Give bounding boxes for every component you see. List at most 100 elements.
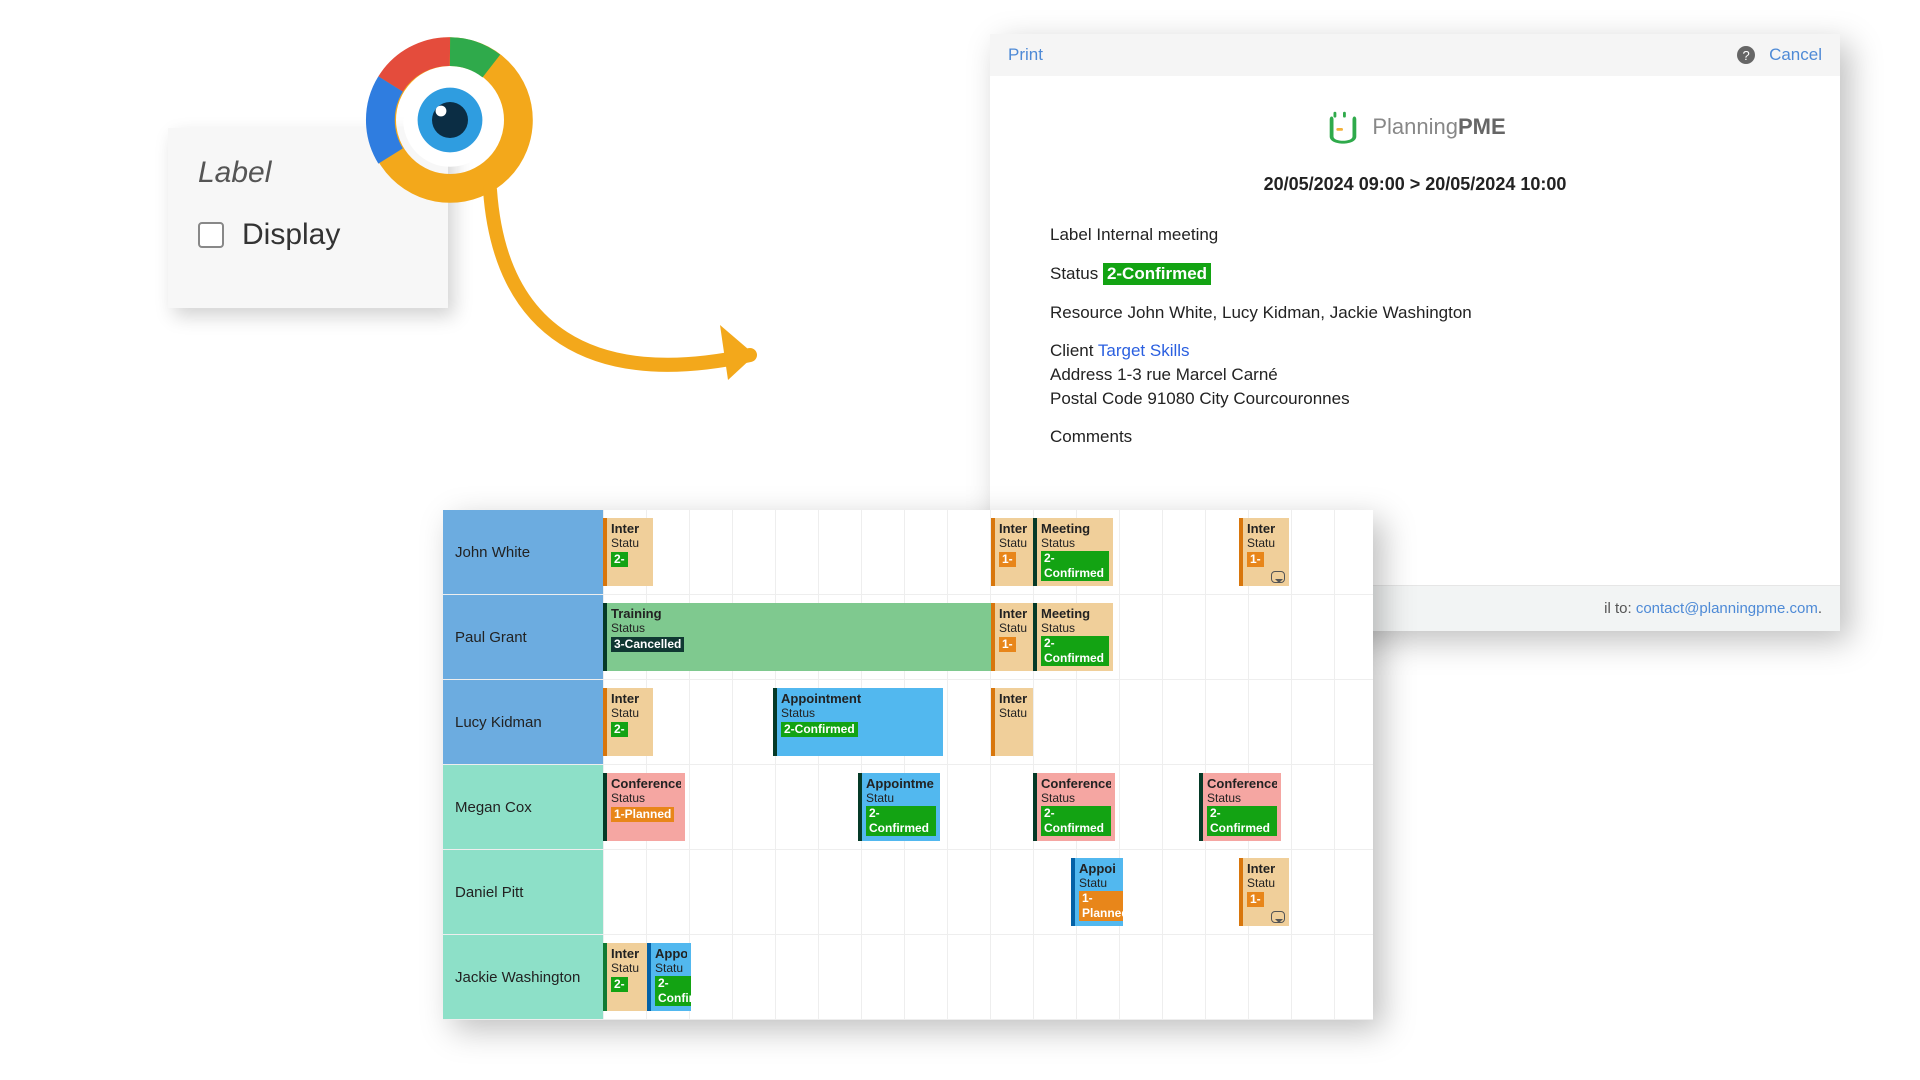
planning-grid: John WhiteInterStatu 2-InterStatu 1-Meet… — [443, 510, 1373, 1020]
resource-lane: InterStatu 2- AppointmentStatus 2-Confirm… — [603, 680, 1373, 764]
event-status-row: Status — [781, 706, 939, 721]
resource-row: Daniel PittAppoiStatu 1-PlannedInterStat… — [443, 850, 1373, 935]
planningpme-logo-icon — [1324, 108, 1362, 146]
event-status-row: Statu — [999, 536, 1029, 551]
print-body: PlanningPME 20/05/2024 09:00 > 20/05/202… — [990, 76, 1840, 585]
status-badge: 2- — [611, 552, 628, 567]
resource-lane: AppoiStatu 1-PlannedInterStatu 1- — [603, 850, 1373, 934]
status-badge: 1- — [1247, 892, 1264, 907]
event-block[interactable]: AppoiStatu 1-Planned — [1071, 858, 1123, 926]
event-block[interactable]: Conference callStatus 2-Confirmed — [1033, 773, 1115, 841]
event-title: Conference call — [1041, 776, 1111, 791]
event-block[interactable]: InterStatu 1- — [1239, 858, 1289, 926]
field-comments: Comments — [1050, 427, 1780, 447]
event-title: Inter — [999, 691, 1029, 706]
field-status: Status 2-Confirmed — [1050, 263, 1780, 285]
brand-name: PlanningPME — [1372, 114, 1505, 140]
event-status-row: Status — [1041, 536, 1109, 551]
event-status-row: Status — [1041, 621, 1109, 636]
resource-lane: Conference callStatus 1-PlannedAppointme… — [603, 765, 1373, 849]
status-badge: 2-Confirmed — [1041, 636, 1109, 666]
status-badge: 2-Confirmed — [1041, 551, 1109, 581]
date-range: 20/05/2024 09:00 > 20/05/2024 10:00 — [1050, 174, 1780, 195]
status-badge: 1-Planned — [1079, 891, 1123, 921]
resource-lane: InterStatu 2-AppoiStatu 2-Confirmed — [603, 935, 1373, 1019]
resource-name: Megan Cox — [443, 765, 603, 849]
event-status-row: Status — [1207, 791, 1277, 806]
event-status-row: Statu — [611, 536, 649, 551]
event-status-row: Statu — [999, 621, 1029, 636]
event-title: Conference call — [611, 776, 681, 791]
event-title: Appointme — [866, 776, 936, 791]
event-status-row: Status — [611, 791, 681, 806]
event-block[interactable]: Conference callStatus 1-Planned — [603, 773, 685, 841]
event-title: Training — [611, 606, 987, 621]
event-block[interactable]: InterStatu 1- — [991, 603, 1033, 671]
resource-row: Paul GrantTrainingStatus 3-CancelledInte… — [443, 595, 1373, 680]
event-block[interactable]: AppointmentStatus 2-Confirmed — [773, 688, 943, 756]
field-client: Client Target Skills — [1050, 341, 1780, 361]
resource-name: Jackie Washington — [443, 935, 603, 1019]
comment-icon — [1271, 571, 1285, 583]
status-badge: 2-Confirmed — [655, 976, 691, 1006]
resource-name: Lucy Kidman — [443, 680, 603, 764]
event-status-row: Statu — [611, 961, 643, 976]
client-link[interactable]: Target Skills — [1098, 341, 1190, 360]
event-title: Appoi — [1079, 861, 1119, 876]
status-badge: 2-Confirmed — [1207, 806, 1277, 836]
resource-name: Daniel Pitt — [443, 850, 603, 934]
print-button[interactable]: Print — [1008, 45, 1043, 65]
event-block[interactable]: AppoiStatu 2-Confirmed — [647, 943, 691, 1011]
display-checkbox[interactable] — [198, 222, 224, 248]
status-badge: 2- — [611, 977, 628, 992]
event-block[interactable]: InterStatu — [991, 688, 1033, 756]
event-status-row: Status — [611, 621, 987, 636]
resource-row: Lucy KidmanInterStatu 2-AppointmentStatu… — [443, 680, 1373, 765]
event-block[interactable]: TrainingStatus 3-Cancelled — [603, 603, 991, 671]
event-block[interactable]: InterStatu 1- — [991, 518, 1033, 586]
cancel-button[interactable]: Cancel — [1769, 45, 1822, 65]
event-title: Meeting — [1041, 521, 1109, 536]
event-block[interactable]: InterStatu 1- — [1239, 518, 1289, 586]
event-title: Meeting — [1041, 606, 1109, 621]
contact-email-link[interactable]: contact@planningpme.com — [1636, 600, 1818, 617]
status-badge: 2-Confirmed — [866, 806, 936, 836]
event-title: Appoi — [655, 946, 687, 961]
event-block[interactable]: Conference callStatus 2-Confirmed — [1199, 773, 1281, 841]
arrow-icon — [470, 180, 800, 430]
event-title: Inter — [999, 521, 1029, 536]
event-block[interactable]: MeetingStatus 2-Confirmed — [1033, 518, 1113, 586]
status-badge: 1- — [999, 637, 1016, 652]
event-status-row: Statu — [1247, 876, 1285, 891]
event-status-row: Statu — [999, 706, 1029, 721]
event-title: Appointment — [781, 691, 939, 706]
event-block[interactable]: AppointmeStatu 2-Confirmed — [858, 773, 940, 841]
field-address: Address 1-3 rue Marcel Carné — [1050, 365, 1780, 385]
event-block[interactable]: InterStatu 2- — [603, 943, 647, 1011]
resource-lane: InterStatu 2-InterStatu 1-MeetingStatus … — [603, 510, 1373, 594]
event-title: Conference call — [1207, 776, 1277, 791]
resource-row: Jackie WashingtonInterStatu 2-AppoiStatu… — [443, 935, 1373, 1020]
status-badge: 2-Confirmed — [1041, 806, 1111, 836]
status-badge: 1-Planned — [611, 807, 674, 822]
help-icon[interactable]: ? — [1737, 46, 1755, 64]
event-title: Inter — [611, 946, 643, 961]
event-block[interactable]: InterStatu 2- — [603, 518, 653, 586]
status-badge: 2- — [611, 722, 628, 737]
resource-row: John WhiteInterStatu 2-InterStatu 1-Meet… — [443, 510, 1373, 595]
comment-icon — [1271, 911, 1285, 923]
event-block[interactable]: MeetingStatus 2-Confirmed — [1033, 603, 1113, 671]
status-badge: 2-Confirmed — [1103, 263, 1211, 285]
event-block[interactable]: InterStatu 2- — [603, 688, 653, 756]
event-status-row: Statu — [1079, 876, 1119, 891]
field-postal: Postal Code 91080 City Courcouronnes — [1050, 389, 1780, 409]
status-badge: 3-Cancelled — [611, 637, 684, 652]
event-title: Inter — [611, 521, 649, 536]
field-resource: Resource John White, Lucy Kidman, Jackie… — [1050, 303, 1780, 323]
event-title: Inter — [999, 606, 1029, 621]
field-label: Label Internal meeting — [1050, 225, 1780, 245]
display-row: Display — [198, 218, 418, 252]
event-status-row: Statu — [1247, 536, 1285, 551]
resource-name: John White — [443, 510, 603, 594]
brand-row: PlanningPME — [1050, 108, 1780, 146]
